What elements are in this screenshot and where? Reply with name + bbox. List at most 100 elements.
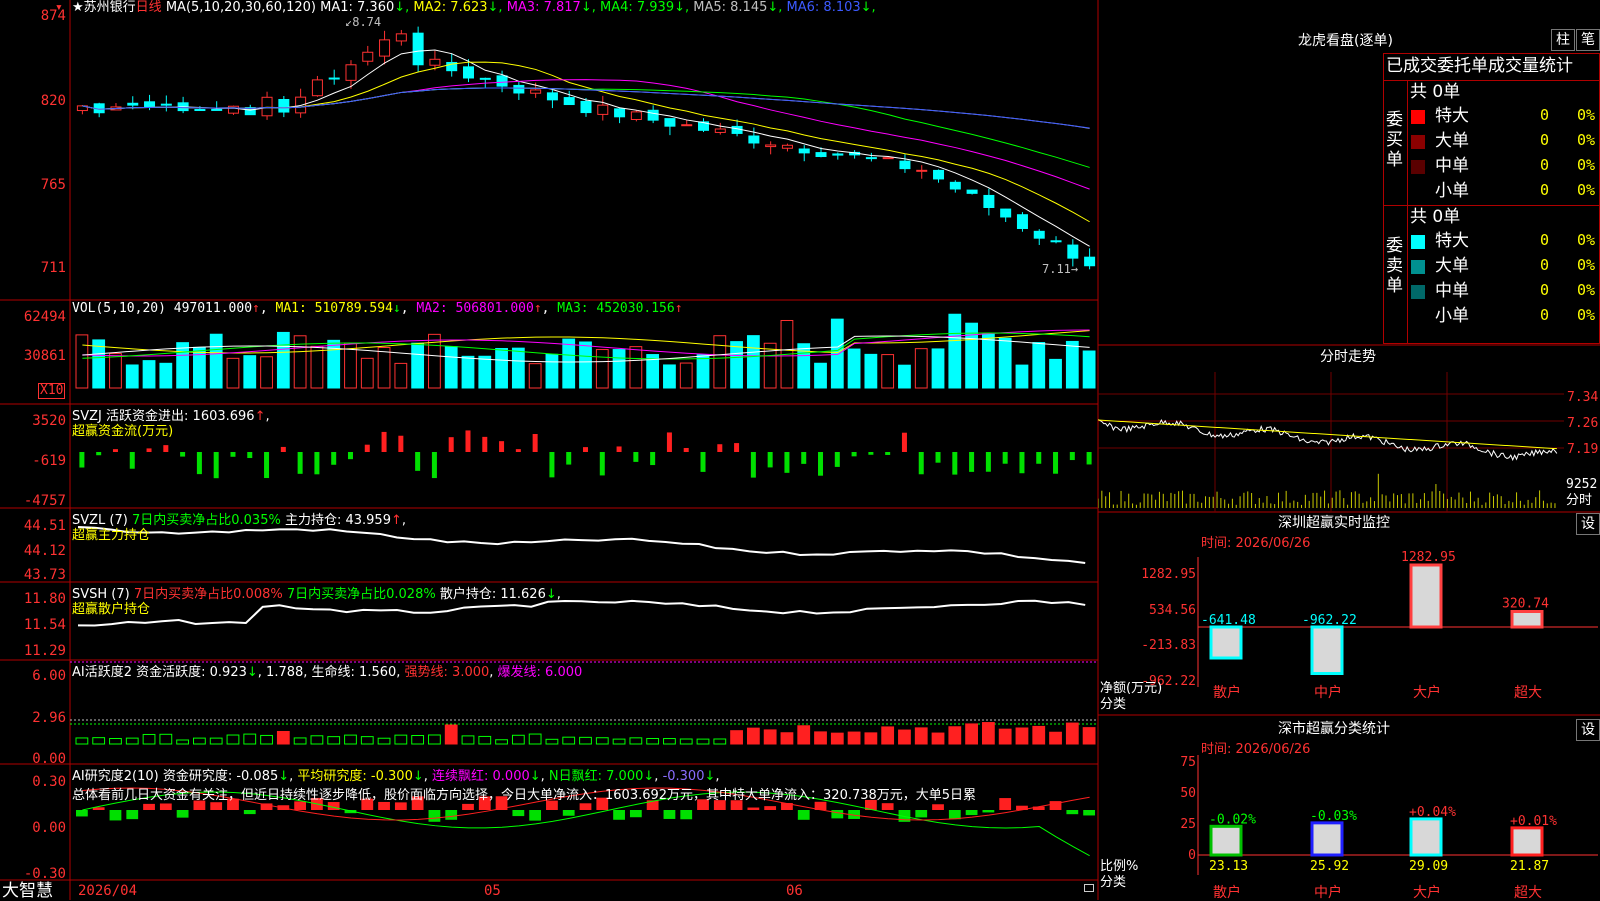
svzj-bar	[599, 452, 605, 476]
active-bar	[1082, 727, 1096, 745]
volume-bar	[360, 357, 374, 389]
svzj-bar	[515, 449, 521, 452]
active-bar	[226, 734, 240, 745]
research-bar	[210, 802, 223, 810]
active-bar	[814, 731, 827, 745]
price-candlestick-chart[interactable]	[70, 0, 1098, 300]
active-bar	[293, 737, 307, 745]
price-axis-820: 820	[40, 93, 66, 109]
research-bar	[948, 810, 961, 820]
svzj-bar	[952, 452, 958, 475]
active-bar	[612, 738, 626, 745]
svzj-bar	[650, 452, 656, 466]
active-bar	[864, 732, 878, 745]
stock-name: 苏州银行	[83, 0, 136, 15]
svzj-bar	[180, 452, 186, 457]
volume-bar	[310, 345, 324, 389]
svzl-axis-1: 44.51	[23, 518, 66, 534]
candle-body	[580, 100, 592, 114]
active-bar	[428, 734, 441, 745]
price-axis-711: 711	[40, 260, 66, 276]
class-cat-0: 散户	[1213, 884, 1241, 900]
svzj-bar	[633, 452, 639, 462]
svzj-bar	[734, 443, 740, 452]
volume-bar	[663, 364, 676, 389]
sz-class-axis-3: 25	[1180, 817, 1196, 832]
active-bar	[276, 730, 290, 745]
candle-body	[379, 39, 391, 57]
active-bar	[394, 734, 408, 745]
tick-view-button[interactable]: 笔	[1576, 29, 1600, 51]
ai-research-header: AI研究度2(10) 资金研究度: -0.085↓, 平均研究度: -0.300…	[72, 769, 720, 784]
vol-axis-2: 30861	[23, 348, 66, 364]
class-bar-2	[1409, 817, 1443, 857]
sell-2-swatch	[1411, 285, 1425, 299]
candle-body	[496, 75, 508, 87]
brand-label[interactable]: 大智慧	[2, 882, 53, 900]
volume-bar	[495, 348, 508, 389]
sell-1-count: 0	[1540, 256, 1550, 274]
active-bar	[881, 726, 895, 745]
date-axis-apr: 2026/04	[78, 883, 138, 899]
ai-active-axis-1: 6.00	[32, 668, 66, 684]
candle-body	[614, 108, 626, 118]
candle-body	[664, 118, 676, 127]
volume-bar	[629, 346, 643, 389]
bar-view-button[interactable]: 柱	[1551, 29, 1575, 51]
active-bar	[679, 738, 693, 745]
svzj-bar	[885, 452, 891, 455]
sell-3-pct: 0%	[1577, 306, 1596, 324]
class-change-0: -0.02%	[1209, 812, 1256, 827]
volume-bar	[746, 335, 760, 389]
sell-total: 共 0单	[1410, 207, 1461, 227]
active-bar	[176, 739, 190, 745]
ma1-arrow: ↓,	[394, 0, 410, 15]
sz-monitor-axis-2: 534.56	[1149, 603, 1196, 618]
active-bar	[1032, 725, 1046, 745]
sell-0-swatch	[1411, 235, 1425, 249]
sell-3-count: 0	[1540, 306, 1550, 324]
research-bar	[462, 803, 474, 810]
date-axis-jun: 06	[786, 883, 803, 899]
active-bar	[780, 732, 794, 745]
active-bar	[629, 737, 643, 745]
svsh-axis-1: 11.80	[23, 591, 66, 607]
active-bar	[797, 725, 811, 745]
svzj-bar	[381, 431, 387, 452]
favorite-star-icon[interactable]: ★	[72, 0, 84, 15]
volume-bar	[864, 353, 878, 389]
volume-bar	[478, 355, 492, 389]
volume-bar	[377, 347, 391, 389]
volume-bar	[914, 348, 928, 389]
volume-bar	[209, 333, 223, 389]
research-bar	[378, 801, 390, 810]
lock-icon[interactable]	[1084, 884, 1094, 892]
sz-class-chart[interactable]: -0.02% 23.13 散户 -0.03% 25.92 中户 +0.04% 29.09 大户 +…	[1098, 715, 1600, 900]
candle-body	[412, 32, 424, 66]
svsh-line	[77, 599, 1086, 627]
active-bar	[511, 734, 525, 745]
class-cat-2: 大户	[1413, 884, 1441, 900]
volume-bar	[1015, 364, 1029, 389]
buy-2-name: 中单	[1435, 156, 1469, 176]
candle-body	[261, 96, 273, 117]
research-bar	[243, 810, 256, 815]
svzj-bar	[482, 436, 488, 452]
volume-bar	[226, 357, 240, 389]
research-bar	[663, 810, 676, 819]
research-bar	[176, 810, 189, 818]
intraday-chart[interactable]	[1098, 372, 1564, 512]
candle-body	[144, 101, 156, 108]
volume-bar	[814, 362, 827, 389]
research-bar	[529, 810, 542, 821]
volume-bar	[528, 363, 542, 389]
buy-0-pct: 0%	[1577, 106, 1596, 124]
svzl-axis-3: 43.73	[23, 567, 66, 583]
sell-3-name: 小单	[1435, 306, 1469, 326]
volume-bar	[1065, 340, 1079, 389]
period-label[interactable]: 日线	[136, 0, 162, 15]
research-bar	[1083, 810, 1095, 816]
candle-body	[865, 157, 877, 160]
buy-2-count: 0	[1540, 156, 1550, 174]
candle-body	[278, 99, 290, 113]
